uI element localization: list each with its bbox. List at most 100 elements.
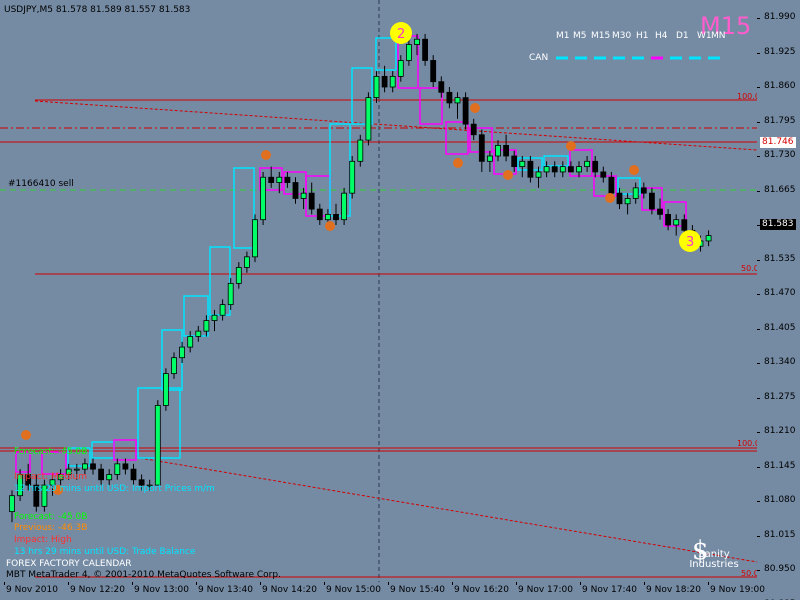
- time-tick: [388, 582, 389, 585]
- candle-body: [592, 160, 599, 173]
- candle-body: [179, 346, 186, 359]
- news-upper-countdown: 12 hrs 29 mins until USD: Import Prices …: [14, 484, 215, 494]
- time-label: 9 Nov 15:00: [326, 585, 381, 595]
- time-tick: [68, 582, 69, 585]
- time-label: 9 Nov 15:40: [390, 585, 445, 595]
- current-price-box: 81.583: [760, 219, 796, 230]
- tf-mn[interactable]: MN: [711, 31, 726, 41]
- candle-body: [90, 463, 96, 470]
- candle-body: [495, 144, 501, 157]
- price-tick: [757, 156, 760, 157]
- price-tick: [757, 190, 760, 192]
- price-label: 81.145: [764, 460, 796, 471]
- time-tick: [196, 582, 197, 585]
- candle-body: [381, 75, 388, 88]
- time-label: 9 Nov 17:40: [582, 585, 637, 595]
- price-label: 81.080: [764, 495, 796, 505]
- time-label: 9 Nov 18:20: [646, 585, 701, 595]
- candle-body: [373, 75, 380, 99]
- time-label: 9 Nov 19:00: [710, 585, 765, 595]
- price-label: 81.210: [764, 426, 796, 436]
- time-label: 9 Nov 16:20: [454, 585, 509, 595]
- fractal-marker: [629, 165, 639, 175]
- candle-body: [284, 176, 291, 183]
- tf-h1[interactable]: H1: [636, 31, 649, 41]
- candle-body: [665, 213, 671, 226]
- fractal-marker: [503, 170, 513, 180]
- price-label: 81.470: [764, 288, 796, 298]
- price-tick: [757, 18, 760, 19]
- candle-body: [389, 75, 396, 88]
- time-label: 9 Nov 13:40: [198, 585, 253, 595]
- order-label: #1166410 sell: [8, 179, 74, 189]
- fractal-marker: [605, 193, 615, 203]
- price-tick: [757, 328, 760, 330]
- candle-body: [219, 304, 226, 316]
- candle-body: [503, 144, 510, 157]
- news-lower-countdown: 13 hrs 29 mins until USD: Trade Balance: [14, 547, 196, 557]
- candle-body: [341, 192, 348, 221]
- price-tick: [757, 501, 760, 502]
- candle-body: [397, 60, 404, 77]
- time-tick: [644, 582, 645, 585]
- fractal-marker: [21, 430, 31, 440]
- time-tick: [580, 582, 581, 585]
- candle-body: [357, 139, 364, 162]
- price-label: 81.730: [764, 150, 796, 160]
- timeframe-box: [233, 167, 255, 249]
- price-tick: [757, 535, 760, 537]
- tf-m15[interactable]: M15: [591, 31, 610, 41]
- fractal-marker: [453, 158, 463, 168]
- fractal-marker: [261, 150, 271, 160]
- price-label: 81.925: [764, 46, 796, 57]
- can-label: CAN: [529, 53, 549, 63]
- wave-marker-bottom-label: 3: [686, 235, 694, 250]
- candle-body: [308, 192, 315, 210]
- news-lower-impact: Impact: High: [14, 535, 72, 545]
- candle-body: [211, 314, 218, 321]
- candle-body: [600, 171, 607, 178]
- price-tick: [757, 570, 760, 571]
- news-lower-forecast: Forecast: -45.0B: [14, 512, 88, 522]
- timeframe-box: [543, 155, 569, 167]
- fractal-marker: [325, 221, 335, 231]
- time-label: 9 Nov 12:20: [70, 585, 125, 595]
- candle-body: [616, 192, 623, 205]
- chart-window[interactable]: 23 USDJPY,M5 81.578 81.589 81.557 81.583…: [0, 0, 800, 600]
- tf-m5[interactable]: M5: [573, 31, 587, 41]
- candle-body: [187, 336, 194, 348]
- tf-m30[interactable]: M30: [612, 31, 631, 41]
- line-price-box: 81.746: [760, 137, 796, 148]
- candle-body: [414, 38, 420, 45]
- logo: $ Sanity Industries: [684, 536, 746, 570]
- candle-body: [349, 160, 356, 194]
- price-tick: [757, 432, 760, 433]
- tf-w1[interactable]: W1: [697, 31, 712, 41]
- time-label: 9 Nov 13:00: [134, 585, 189, 595]
- time-tick: [452, 582, 453, 585]
- price-tick: [757, 294, 760, 295]
- candle-body: [568, 166, 574, 173]
- price-label: 81.535: [764, 253, 796, 264]
- candle-body: [171, 357, 177, 375]
- timeframe-box: [419, 87, 443, 125]
- candle-body: [235, 267, 242, 284]
- price-label: 81.405: [764, 322, 796, 333]
- time-label: 9 Nov 14:20: [262, 585, 317, 595]
- tf-h4[interactable]: H4: [655, 31, 668, 41]
- candle-body: [486, 155, 493, 162]
- tf-d1[interactable]: D1: [676, 31, 689, 41]
- candle-body: [316, 208, 323, 221]
- price-chart[interactable]: 23: [0, 0, 800, 600]
- candle-body: [454, 97, 461, 104]
- candle-body: [551, 166, 558, 173]
- tf-m1[interactable]: M1: [556, 31, 570, 41]
- candle-body: [9, 495, 15, 513]
- candle-body: [268, 176, 275, 183]
- price-label: 81.665: [764, 184, 796, 195]
- candle-body: [478, 134, 485, 162]
- candle-body: [640, 187, 647, 194]
- time-label: 9 Nov 2010: [6, 585, 58, 595]
- candle-body: [300, 192, 307, 199]
- price-label: 81.015: [764, 529, 796, 540]
